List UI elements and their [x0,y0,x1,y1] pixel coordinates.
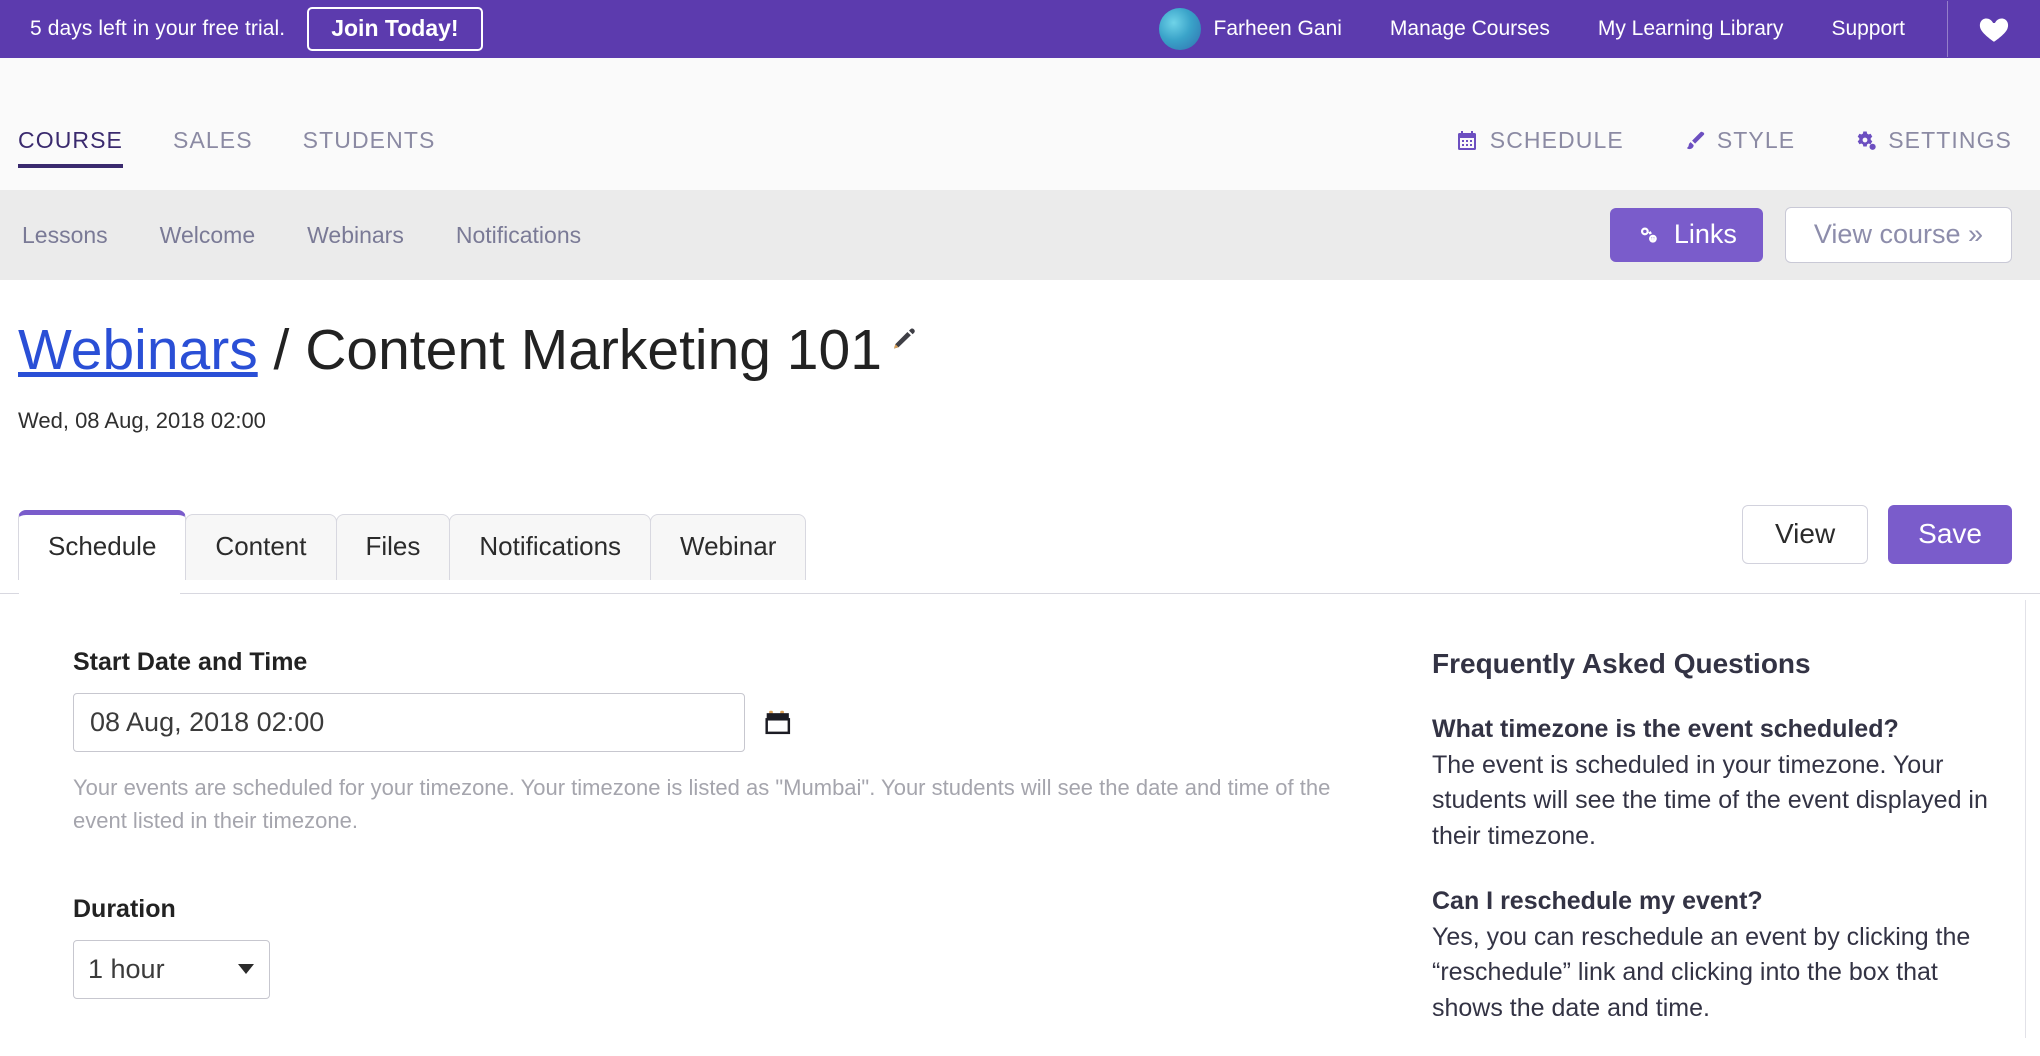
topnav-item-manage-courses[interactable]: Manage Courses [1366,0,1574,58]
pencil-icon[interactable] [890,324,918,352]
faq-answer: Yes, you can reschedule an event by clic… [1432,920,1992,1027]
active-tab-mask [19,592,180,595]
page-title-row: Webinars / Content Marketing 101 [18,322,918,379]
faq-question: What timezone is the event scheduled? [1432,712,1992,748]
duration-select-wrap [73,940,270,999]
course-sub-nav: Lessons Welcome Webinars Notifications L… [0,190,2040,280]
schedule-form: Start Date and Time Your events are sche… [73,648,1363,999]
tab-content[interactable]: Content [185,514,336,580]
page-title: Webinars / Content Marketing 101 [18,322,882,379]
user-avatar[interactable] [1159,8,1201,50]
faq-question: Can I reschedule my event? [1432,884,1992,920]
tab-webinar[interactable]: Webinar [650,514,806,580]
start-date-input[interactable] [73,693,745,752]
sub-nav-items: Lessons Welcome Webinars Notifications [22,190,633,280]
nav-settings[interactable]: SETTINGS [1853,127,2012,168]
timezone-helper-text: Your events are scheduled for your timez… [73,771,1343,838]
calendar-picker-icon[interactable] [764,707,794,739]
tab-files[interactable]: Files [336,514,451,580]
breadcrumb-separator: / [258,318,306,382]
top-navigation: Farheen Gani Manage Courses My Learning … [1159,0,2040,58]
duration-field: Duration [73,895,1363,999]
save-button[interactable]: Save [1888,505,2012,564]
tabs-baseline [0,593,2040,594]
faq-item: What timezone is the event scheduled? Th… [1432,712,1992,854]
subnav-item-lessons[interactable]: Lessons [22,222,108,249]
faq-divider [2025,600,2026,1038]
paintbrush-icon [1682,129,1706,153]
view-button[interactable]: View [1742,505,1868,564]
heart-icon [1977,12,2011,46]
faq-item: Can I reschedule my event? Yes, you can … [1432,884,1992,1026]
tab-schedule[interactable]: Schedule [18,510,186,580]
nav-style-label: STYLE [1717,127,1795,154]
favorites-button[interactable] [1948,0,2040,58]
trial-message: 5 days left in your free trial. [30,17,285,41]
duration-label: Duration [73,895,1363,924]
editor-tabs: Schedule Content Files Notifications Web… [18,505,805,580]
gears-icon [1853,129,1877,153]
event-datetime: Wed, 08 Aug, 2018 02:00 [18,408,266,434]
links-button-label: Links [1674,221,1737,248]
topnav-item-user[interactable]: Farheen Gani [1201,0,1366,58]
subnav-item-welcome[interactable]: Welcome [160,222,255,249]
tab-sales[interactable]: SALES [173,127,253,168]
subnav-item-notifications[interactable]: Notifications [456,222,581,249]
sub-nav-actions: Links View course » [1610,190,2012,280]
duration-select[interactable] [73,940,270,999]
join-today-button[interactable]: Join Today! [307,7,482,51]
start-date-row [73,693,1363,752]
nav-schedule[interactable]: SCHEDULE [1455,127,1624,168]
view-course-button[interactable]: View course » [1785,207,2012,263]
nav-style[interactable]: STYLE [1682,127,1795,168]
chain-link-icon [1636,222,1662,248]
start-date-label: Start Date and Time [73,648,1363,677]
topnav-item-support[interactable]: Support [1807,0,1929,58]
topnav-item-my-learning-library[interactable]: My Learning Library [1574,0,1808,58]
nav-schedule-label: SCHEDULE [1490,127,1624,154]
tab-students[interactable]: STUDENTS [303,127,436,168]
faq-title: Frequently Asked Questions [1432,648,1992,680]
nav-settings-label: SETTINGS [1888,127,2012,154]
primary-nav-right: SCHEDULE STYLE SETTINGS [1397,127,2012,168]
faq-panel: Frequently Asked Questions What timezone… [1432,648,1992,1056]
faq-answer: The event is scheduled in your timezone.… [1432,748,1992,855]
links-button[interactable]: Links [1610,208,1763,262]
subnav-item-webinars[interactable]: Webinars [307,222,404,249]
calendar-icon [1455,129,1479,153]
primary-nav-bar: COURSE SALES STUDENTS SCHEDULE STYLE SET… [0,58,2040,190]
tab-course[interactable]: COURSE [18,127,123,168]
trial-banner: 5 days left in your free trial. Join Tod… [0,0,2040,58]
breadcrumb-webinars[interactable]: Webinars [18,318,258,382]
page-title-text: Content Marketing 101 [305,318,882,382]
editor-actions: View Save [1742,505,2012,564]
primary-nav-left: COURSE SALES STUDENTS [18,127,485,168]
tab-notifications[interactable]: Notifications [449,514,651,580]
